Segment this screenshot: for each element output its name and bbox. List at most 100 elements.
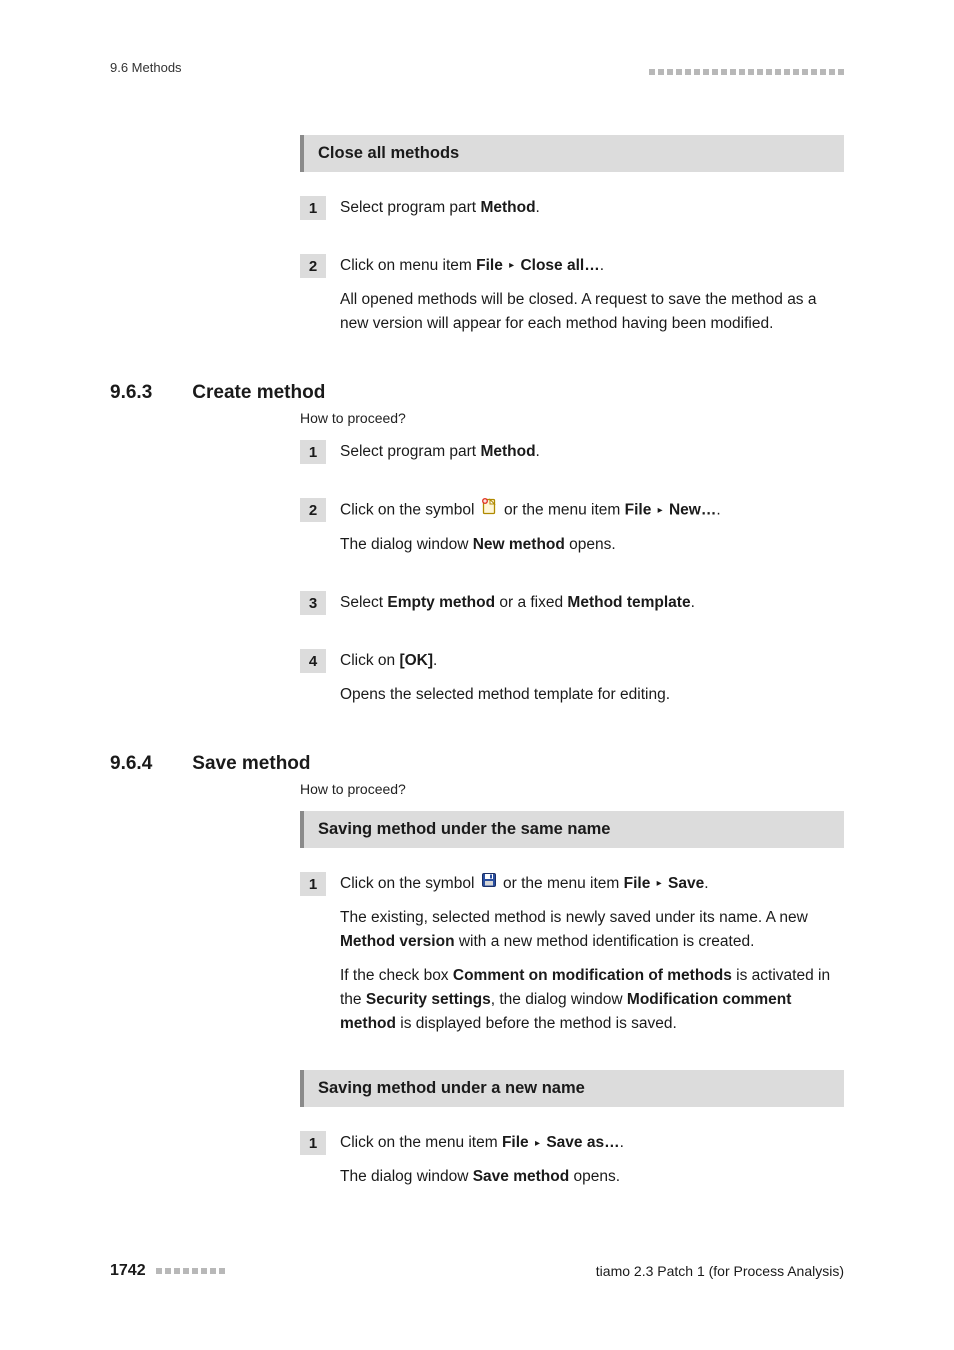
step-note: All opened methods will be closed. A req… [340, 288, 844, 336]
text-bold: Security settings [366, 991, 491, 1008]
step-note: Opens the selected method template for e… [340, 683, 844, 707]
button-ok: [OK] [399, 652, 433, 669]
dash-icon [793, 69, 799, 75]
section-number: 9.6.4 [110, 753, 152, 775]
running-header: 9.6 Methods [110, 60, 844, 75]
triangle-icon: ▸ [535, 1136, 540, 1152]
text: Click on the symbol [340, 502, 479, 519]
text: . [716, 502, 720, 519]
step-row: 2 Click on the symbol or the menu item F… [300, 498, 844, 567]
dash-icon [766, 69, 772, 75]
menu-file: File [624, 875, 651, 892]
save-same-heading: Saving method under the same name [300, 811, 844, 848]
page: 9.6 Methods Close all [0, 0, 954, 1350]
step-number: 2 [300, 254, 326, 278]
text: or a fixed [495, 594, 567, 611]
triangle-icon: ▸ [657, 876, 662, 892]
text-bold: Comment on modification of methods [453, 967, 732, 984]
step-number: 3 [300, 591, 326, 615]
how-to-proceed: How to proceed? [300, 410, 844, 426]
text: or the menu item [500, 502, 625, 519]
footer-right: tiamo 2.3 Patch 1 (for Process Analysis) [596, 1263, 844, 1279]
text: . [691, 594, 695, 611]
dash-icon [649, 69, 655, 75]
step-body: Select program part Method. [340, 440, 844, 474]
menu-close-all: Close all… [520, 257, 599, 274]
menu-save: Save [668, 875, 704, 892]
section-963: 9.6.3 Create method [110, 382, 844, 404]
text: or the menu item [499, 875, 624, 892]
dash-icon [183, 1268, 189, 1274]
step-body: Click on menu item File ▸ Close all…. Al… [340, 254, 844, 346]
section-title: Create method [192, 382, 325, 404]
text: with a new method identification is crea… [455, 933, 755, 950]
section-964: 9.6.4 Save method [110, 753, 844, 775]
text: Select program part [340, 199, 480, 216]
text: If the check box [340, 967, 453, 984]
text: . [704, 875, 708, 892]
page-number: 1742 [110, 1262, 146, 1280]
step-body: Select program part Method. [340, 196, 844, 230]
text: Select [340, 594, 387, 611]
footer-left: 1742 [110, 1262, 225, 1280]
dash-icon [739, 69, 745, 75]
text: . [536, 199, 540, 216]
menu-file: File [502, 1134, 529, 1151]
text: . [433, 652, 437, 669]
step-body: Click on the symbol or the menu item Fil… [340, 872, 844, 1046]
section-number: 9.6.3 [110, 382, 152, 404]
dash-icon [802, 69, 808, 75]
save-new-heading: Saving method under a new name [300, 1070, 844, 1107]
dash-icon [820, 69, 826, 75]
dash-icon [658, 69, 664, 75]
text-bold: Method [480, 199, 535, 216]
text: . [620, 1134, 624, 1151]
dash-icon [685, 69, 691, 75]
triangle-icon: ▸ [658, 503, 663, 519]
save-method-block: Saving method under the same name 1 Clic… [300, 811, 844, 1199]
text: is displayed before the method is saved. [396, 1015, 677, 1032]
dash-icon [721, 69, 727, 75]
step-body: Select Empty method or a fixed Method te… [340, 591, 844, 625]
text: . [600, 257, 604, 274]
dash-icon [712, 69, 718, 75]
dash-icon [192, 1268, 198, 1274]
menu-new: New… [669, 502, 716, 519]
dash-icon [219, 1268, 225, 1274]
step-row: 3 Select Empty method or a fixed Method … [300, 591, 844, 625]
text-bold: Method version [340, 933, 455, 950]
text: The dialog window [340, 1168, 473, 1185]
text: Select program part [340, 443, 480, 460]
dash-icon [811, 69, 817, 75]
footer-dashes [156, 1268, 225, 1274]
dash-icon [165, 1268, 171, 1274]
step-row: 1 Select program part Method. [300, 440, 844, 474]
step-body: Click on the symbol or the menu item Fil… [340, 498, 844, 567]
dash-icon [703, 69, 709, 75]
step-number: 1 [300, 440, 326, 464]
text-bold: Empty method [387, 594, 495, 611]
text-bold: Method [480, 443, 535, 460]
header-dashes [649, 69, 844, 75]
step-number: 1 [300, 196, 326, 220]
menu-file: File [476, 257, 503, 274]
step-row: 2 Click on menu item File ▸ Close all…. … [300, 254, 844, 346]
how-to-proceed: How to proceed? [300, 781, 844, 797]
step-number: 1 [300, 872, 326, 896]
dash-icon [694, 69, 700, 75]
text: The existing, selected method is newly s… [340, 909, 808, 926]
text-bold: Method template [567, 594, 690, 611]
page-footer: 1742 tiamo 2.3 Patch 1 (for Process Anal… [110, 1262, 844, 1280]
dash-icon [829, 69, 835, 75]
text: opens. [565, 536, 616, 553]
dash-icon [838, 69, 844, 75]
step-row: 1 Click on the menu item File ▸ Save as…… [300, 1131, 844, 1199]
dialog-name: Save method [473, 1168, 569, 1185]
step-number: 4 [300, 649, 326, 673]
text: Click on the menu item [340, 1134, 502, 1151]
menu-file: File [625, 502, 652, 519]
step-body: Click on [OK]. Opens the selected method… [340, 649, 844, 717]
dash-icon [210, 1268, 216, 1274]
dash-icon [676, 69, 682, 75]
step-row: 1 Click on the symbol or the menu item F… [300, 872, 844, 1046]
